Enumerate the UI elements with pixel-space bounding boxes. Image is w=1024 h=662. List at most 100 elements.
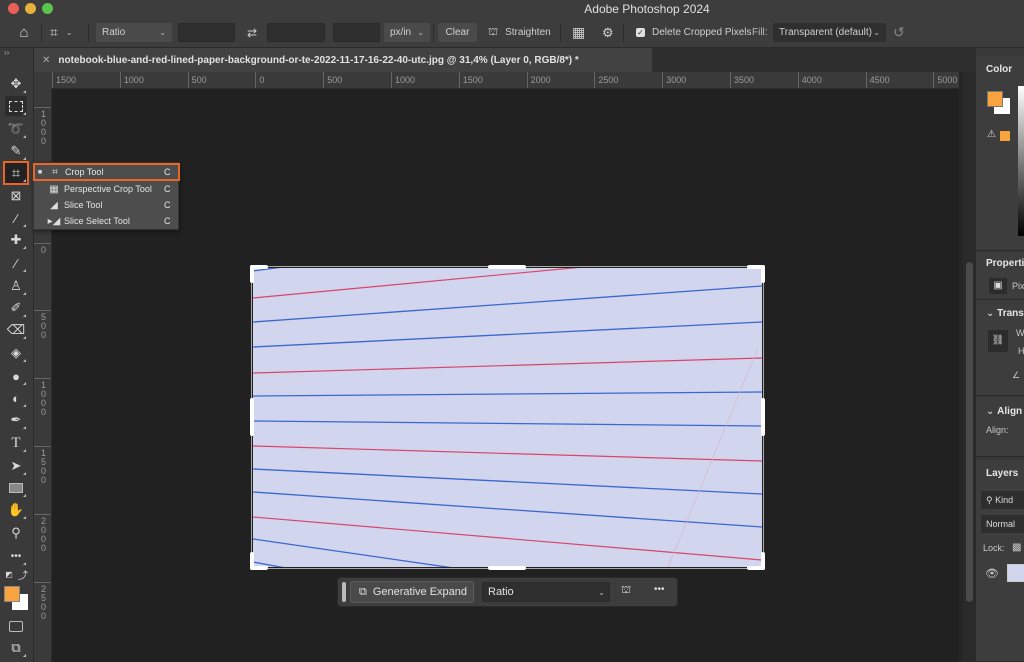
generative-expand-icon: ⧉ <box>359 585 367 598</box>
panel-foreground-swatch[interactable] <box>987 91 1003 107</box>
quick-selection-tool[interactable]: ✎ <box>5 141 27 161</box>
blend-mode-select[interactable]: Normal <box>981 515 1024 533</box>
ruler-tick-label: 500 <box>187 72 207 88</box>
crop-handle-top[interactable] <box>488 265 526 269</box>
crop-handle-left[interactable] <box>250 398 254 436</box>
brush-tool[interactable]: ⁄ <box>5 253 27 273</box>
crop-handle-top-left-v[interactable] <box>250 265 254 283</box>
crop-handle-bottom[interactable] <box>488 566 526 570</box>
chevron-down-icon: ⌄ <box>417 28 424 37</box>
ratio-select[interactable]: Ratio ⌄ <box>96 23 172 42</box>
rectangle-icon <box>9 483 23 493</box>
ruler-tick-label: 1000 <box>119 72 144 88</box>
chevron-down-icon: ⌄ <box>873 28 880 37</box>
flyout-item-perspective-crop-tool[interactable]: ▦ Perspective Crop Tool C <box>34 181 178 197</box>
document-tab[interactable]: ✕ notebook-blue-and-red-lined-paper-back… <box>34 48 652 72</box>
color-panel-title[interactable]: Color <box>986 64 1012 75</box>
marquee-tool[interactable] <box>5 96 27 116</box>
layer-filter-kind[interactable]: ⚲ Kind <box>981 491 1024 509</box>
lasso-tool[interactable]: ➰ <box>5 119 27 139</box>
zoom-tool[interactable]: ⚲ <box>5 523 27 543</box>
ruler-tick-label: 5000 <box>933 72 957 88</box>
vertical-scrollbar[interactable] <box>963 72 976 662</box>
crop-handle-bottom-right-v[interactable] <box>761 552 765 570</box>
app-title: Adobe Photoshop 2024 <box>584 2 710 16</box>
rectangle-tool[interactable] <box>5 478 27 498</box>
lock-transparent-pixels-icon[interactable]: ▩ <box>1012 542 1021 553</box>
delete-cropped-pixels-checkbox[interactable]: ✓ Delete Cropped Pixels <box>636 23 752 42</box>
frame-tool[interactable]: ⊠ <box>5 186 27 206</box>
straighten-button[interactable]: ⛫ Straighten <box>488 23 551 42</box>
ratio-select-contextual[interactable]: Ratio ⌄ <box>482 582 610 602</box>
flyout-item-crop-tool[interactable]: ■ ⌗ Crop Tool C <box>33 163 180 181</box>
clear-button[interactable]: Clear <box>438 23 477 42</box>
dodge-tool[interactable]: ◐ <box>5 388 27 408</box>
link-icon[interactable]: ⛓ <box>988 330 1008 352</box>
tools-panel: ›› ✥ ➰ ✎ ⌗ ⊠ ⁄ ✚ ⁄ ♙ ✐ ⌫ ◈ ● ◐ ✒ T ➤ ✋ ⚲… <box>0 48 34 662</box>
layer-thumbnail[interactable] <box>1007 564 1024 582</box>
document-image[interactable] <box>253 268 762 567</box>
swap-dimensions-icon[interactable]: ⇄ <box>244 23 260 42</box>
healing-brush-tool[interactable]: ✚ <box>5 230 27 250</box>
tool-preset-picker[interactable]: ⌗ ⌄ <box>50 23 86 42</box>
flyout-item-slice-select-tool[interactable]: ▸◢ Slice Select Tool C <box>34 213 178 229</box>
move-tool[interactable]: ✥ <box>5 74 27 94</box>
horizontal-ruler[interactable]: 1500 1000 500 0 500 1000 1500 2000 2500 3000 3500 4… <box>52 72 959 89</box>
generative-expand-button[interactable]: ⧉ Generative Expand <box>350 581 474 603</box>
ruler-origin[interactable] <box>34 72 52 89</box>
zoom-icon: ⚲ <box>11 525 21 540</box>
foreground-color-swatch[interactable] <box>4 586 20 602</box>
clone-stamp-tool[interactable]: ♙ <box>5 276 27 296</box>
straighten-icon[interactable]: ⛫ <box>621 584 631 598</box>
eyedropper-icon: ⁄ <box>14 210 18 226</box>
quick-mask-button[interactable] <box>5 616 27 636</box>
drag-handle[interactable] <box>342 582 346 602</box>
type-tool[interactable]: T <box>5 433 27 453</box>
eyedropper-tool[interactable]: ⁄ <box>5 208 27 228</box>
paint-bucket-tool[interactable]: ◈ <box>5 343 27 363</box>
crop-icon: ⌗ <box>11 164 21 182</box>
quick-mask-icon <box>9 620 23 632</box>
screen-mode-button[interactable]: ⧉ <box>5 638 27 658</box>
collapse-panel-icon[interactable]: ›› <box>4 48 9 57</box>
move-icon: ✥ <box>10 76 22 91</box>
visibility-eye-icon[interactable]: 👁 <box>985 567 999 580</box>
height-input[interactable] <box>267 23 325 42</box>
options-bar: ⌂ ⌗ ⌄ Ratio ⌄ ⇄ px/in ⌄ Clear ⛫ Straighten … <box>0 17 1024 48</box>
swap-colors-icon[interactable]: ⤴ <box>16 567 30 582</box>
reset-icon[interactable]: ↺ <box>893 23 905 42</box>
scrollbar-thumb[interactable] <box>966 262 973 602</box>
more-tools[interactable]: ••• <box>5 546 27 566</box>
align-title[interactable]: ⌄ Align a <box>986 406 1024 417</box>
crop-handle-top-right-v[interactable] <box>761 265 765 283</box>
default-colors-icon[interactable]: ◩ <box>2 567 16 581</box>
close-tab-icon[interactable]: ✕ <box>42 55 50 66</box>
gamut-color-swatch[interactable] <box>1000 131 1010 141</box>
out-of-gamut-warning-icon[interactable]: ⚠ <box>987 129 996 140</box>
crop-tool[interactable]: ⌗ <box>3 161 29 185</box>
more-options-icon[interactable]: ••• <box>654 584 665 595</box>
fill-label: Fill: <box>752 27 768 38</box>
overlay-grid-icon[interactable]: ▦ <box>572 23 585 42</box>
fill-select[interactable]: Transparent (default) ⌄ <box>773 23 886 42</box>
resolution-input[interactable] <box>333 23 380 42</box>
path-selection-tool[interactable]: ➤ <box>5 456 27 476</box>
color-spectrum[interactable] <box>1018 86 1024 236</box>
crop-handle-right[interactable] <box>761 398 765 436</box>
ruler-tick-label: 2500 <box>34 581 51 621</box>
transform-title[interactable]: ⌄ Transf <box>986 308 1024 319</box>
ruler-tick-label: 2500 <box>594 72 618 88</box>
home-icon[interactable]: ⌂ <box>14 23 34 42</box>
flyout-item-slice-tool[interactable]: ◢ Slice Tool C <box>34 197 178 213</box>
ruler-tick-label: 3000 <box>662 72 686 88</box>
eraser-tool[interactable]: ⌫ <box>5 320 27 340</box>
gear-icon[interactable]: ⚙ <box>602 23 614 42</box>
history-brush-tool[interactable]: ✐ <box>5 298 27 318</box>
pen-tool[interactable]: ✒ <box>5 410 27 430</box>
width-input[interactable] <box>178 23 235 42</box>
crop-handle-bottom-left-v[interactable] <box>250 552 254 570</box>
hand-tool[interactable]: ✋ <box>5 500 27 520</box>
ruler-tick-label: 4500 <box>865 72 890 88</box>
blur-tool[interactable]: ● <box>5 366 27 386</box>
resolution-unit-select[interactable]: px/in ⌄ <box>384 23 430 42</box>
